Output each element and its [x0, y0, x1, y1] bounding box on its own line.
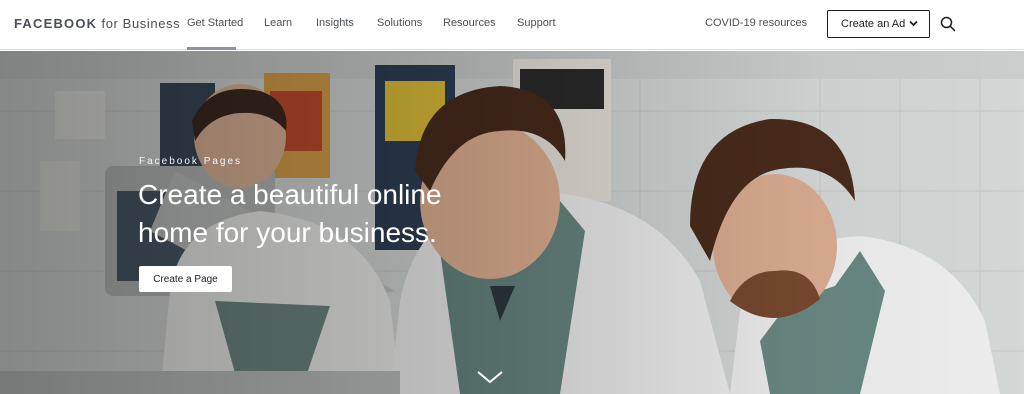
nav-link-support[interactable]: Support — [517, 17, 556, 29]
nav-link-solutions[interactable]: Solutions — [377, 17, 422, 29]
hero-eyebrow: Facebook Pages — [139, 156, 243, 167]
chevron-down-icon — [909, 20, 918, 27]
nav-link-resources[interactable]: Resources — [443, 17, 496, 29]
brand-suffix: for Business — [97, 16, 181, 31]
nav-link-covid-resources[interactable]: COVID-19 resources — [705, 17, 807, 29]
hero-banner: Facebook Pages Create a beautiful online… — [0, 51, 1024, 394]
brand-logo[interactable]: FACEBOOK for Business — [14, 16, 180, 31]
search-icon[interactable] — [940, 16, 956, 32]
scroll-down-chevron-icon[interactable] — [476, 369, 504, 385]
brand-name: FACEBOOK — [14, 16, 98, 31]
create-ad-button[interactable]: Create an Ad — [827, 10, 930, 38]
create-page-button[interactable]: Create a Page — [139, 266, 232, 292]
nav-link-insights[interactable]: Insights — [316, 17, 354, 29]
create-ad-label: Create an Ad — [841, 18, 906, 30]
nav-link-get-started[interactable]: Get Started — [187, 17, 243, 29]
top-navigation: FACEBOOK for Business Get Started Learn … — [0, 0, 1024, 50]
nav-link-learn[interactable]: Learn — [264, 17, 292, 29]
active-tab-indicator — [187, 47, 236, 50]
hero-headline: Create a beautiful online home for your … — [138, 179, 442, 248]
